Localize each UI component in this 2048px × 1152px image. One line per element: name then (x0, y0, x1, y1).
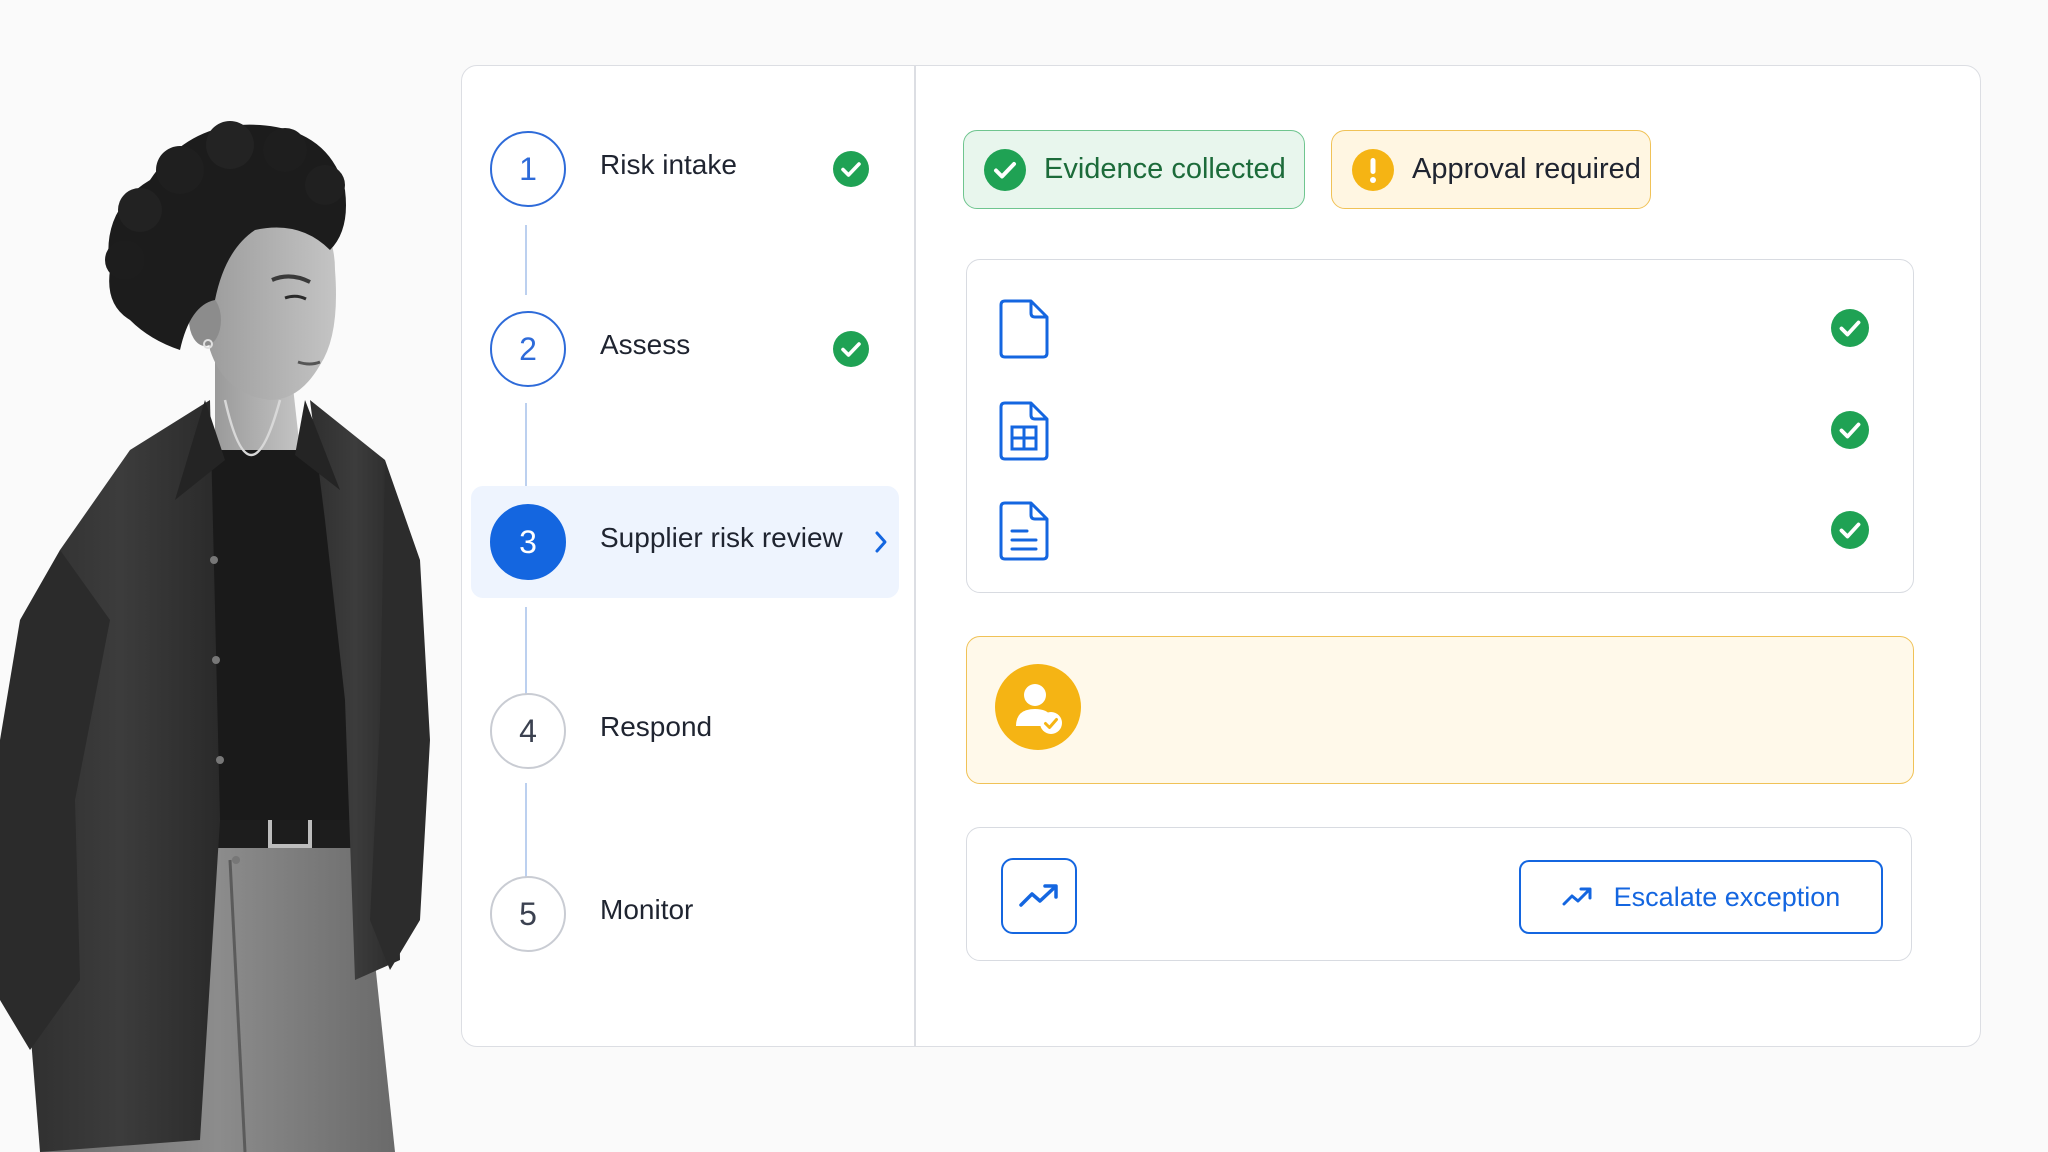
evidence-collected-label: Evidence collected (1044, 153, 1286, 185)
escalate-exception-button[interactable]: Escalate exception (1519, 860, 1883, 934)
approval-required-badge: Approval required (1331, 130, 1651, 209)
person-photo (0, 121, 430, 1152)
chevron-right-icon (875, 531, 887, 553)
approval-required-label: Approval required (1412, 153, 1641, 185)
step-number: 2 (490, 311, 566, 387)
approver-panel (966, 636, 1914, 784)
file-row[interactable] (967, 287, 1915, 367)
escalation-panel: Escalate exception (966, 827, 1912, 961)
evidence-collected-badge: Evidence collected (963, 130, 1305, 209)
trending-up-icon (1562, 887, 1592, 906)
trending-up-icon (1019, 884, 1058, 907)
file-row[interactable] (967, 389, 1915, 469)
step-label: Risk intake (600, 149, 737, 180)
step-number: 5 (490, 876, 566, 952)
escalate-exception-label: Escalate exception (1613, 881, 1841, 912)
step-number: 4 (490, 693, 566, 769)
panel-divider (914, 66, 916, 1046)
exclamation-circle-icon (1352, 148, 1394, 191)
step-assess[interactable]: 2 Assess (471, 293, 899, 405)
spreadsheet-icon (999, 401, 1049, 461)
text-document-icon (999, 501, 1049, 561)
document-icon (999, 299, 1049, 359)
step-label: Monitor (600, 894, 694, 925)
check-circle-icon (1831, 309, 1869, 347)
check-circle-icon (1831, 511, 1869, 549)
check-circle-icon (833, 331, 869, 367)
step-supplier-risk-review[interactable]: 3 Supplier risk review (471, 486, 899, 598)
file-row[interactable] (967, 489, 1915, 569)
step-respond[interactable]: 4 Respond (471, 675, 899, 787)
step-label: Assess (600, 329, 691, 360)
user-check-icon (995, 664, 1081, 750)
trend-tile (1001, 858, 1077, 934)
step-number: 3 (490, 504, 566, 580)
check-circle-icon (833, 151, 869, 187)
step-risk-intake[interactable]: 1 Risk intake (471, 113, 899, 225)
step-label: Respond (600, 711, 713, 742)
check-circle-icon (1831, 411, 1869, 449)
step-label: Supplier risk review (600, 522, 843, 553)
stage: 1 Risk intake 2 Assess 3 Supplier risk r… (0, 0, 2048, 1152)
evidence-files-panel (966, 259, 1914, 593)
step-monitor[interactable]: 5 Monitor (471, 858, 899, 970)
step-number: 1 (490, 131, 566, 207)
step-connector (525, 225, 527, 295)
workflow-steps: 1 Risk intake 2 Assess 3 Supplier risk r… (461, 65, 914, 1047)
check-circle-icon (984, 148, 1026, 191)
